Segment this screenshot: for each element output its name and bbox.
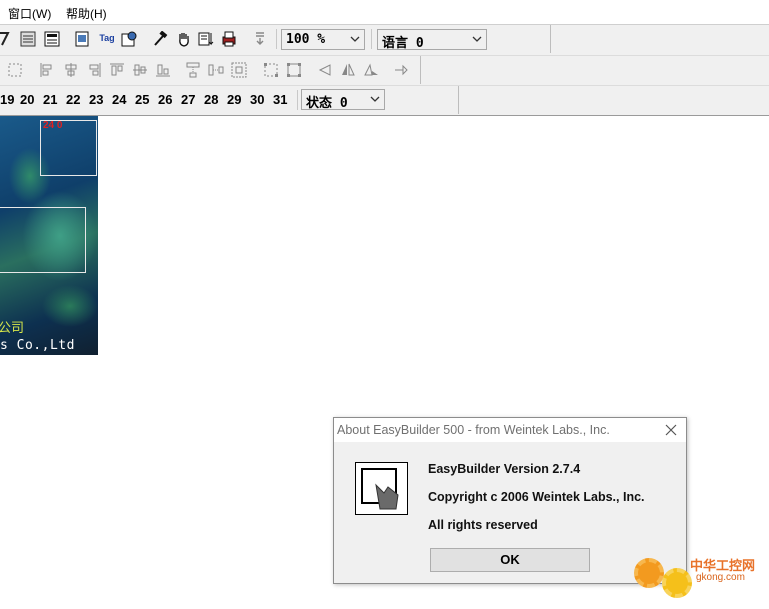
hand-icon[interactable] — [175, 30, 193, 48]
table-icon[interactable] — [43, 30, 61, 48]
window-26-button[interactable]: 26 — [158, 92, 172, 107]
center-page-icon[interactable] — [230, 61, 248, 79]
canvas-chinese-text: 公司 — [0, 321, 25, 336]
window-25-button[interactable]: 25 — [135, 92, 149, 107]
wizard-icon[interactable] — [0, 30, 14, 48]
menu-window[interactable]: 窗口(W) — [8, 5, 51, 22]
canvas-english-text: s Co.,Ltd — [0, 338, 75, 353]
gear-icon — [634, 558, 664, 588]
window-24-button[interactable]: 24 — [112, 92, 126, 107]
align-middle-icon[interactable] — [131, 61, 149, 79]
window-21-button[interactable]: 21 — [43, 92, 57, 107]
dialog-title: About EasyBuilder 500 - from Weintek Lab… — [337, 423, 610, 437]
flip-vertical-icon[interactable] — [362, 61, 380, 79]
version-text: EasyBuilder Version 2.7.4 — [428, 462, 581, 476]
align-bottom-icon[interactable] — [154, 61, 172, 79]
window-20-button[interactable]: 20 — [20, 92, 34, 107]
ok-button[interactable]: OK — [430, 548, 590, 572]
sort-icon[interactable] — [197, 30, 215, 48]
rotate-icon[interactable] — [393, 61, 411, 79]
window-19-button[interactable]: 19 — [0, 92, 14, 107]
canvas-red-label: 24 0 — [43, 120, 63, 131]
watermark-en-text: gkong.com — [696, 572, 745, 583]
window-23-button[interactable]: 23 — [89, 92, 103, 107]
toolbar-row-1: Tag 100 % 语言 0 — [0, 25, 551, 53]
properties-icon[interactable] — [120, 30, 138, 48]
toolbar-row-2 — [0, 56, 421, 84]
window-28-button[interactable]: 28 — [204, 92, 218, 107]
zoom-value: 100 % — [286, 32, 326, 47]
window-30-button[interactable]: 30 — [250, 92, 264, 107]
list-icon[interactable] — [19, 30, 37, 48]
distribute-horizontal-icon[interactable] — [207, 61, 225, 79]
status-select[interactable]: 状态 0 — [301, 89, 385, 111]
tag-label: Tag — [99, 33, 115, 43]
window-29-button[interactable]: 29 — [227, 92, 241, 107]
download-icon[interactable] — [251, 30, 269, 48]
dialog-title-bar: About EasyBuilder 500 - from Weintek Lab… — [334, 418, 686, 442]
flip-horizontal-icon[interactable] — [339, 61, 357, 79]
same-size-icon[interactable] — [262, 61, 280, 79]
language-value: 语言 0 — [382, 36, 424, 51]
hammer-icon[interactable] — [151, 30, 169, 48]
canvas-object-frame[interactable] — [0, 207, 86, 273]
chevron-down-icon — [370, 96, 380, 102]
zoom-select[interactable]: 100 % — [281, 29, 365, 50]
chevron-down-icon — [472, 36, 482, 42]
print-icon[interactable] — [220, 30, 238, 48]
copyright-text: Copyright c 2006 Weintek Labs., Inc. — [428, 490, 645, 504]
rights-text: All rights reserved — [428, 518, 538, 532]
align-center-icon[interactable] — [62, 61, 80, 79]
watermark-logo: 中华工控网 gkong.com — [632, 552, 762, 604]
tag-icon[interactable]: Tag — [96, 29, 118, 47]
close-icon[interactable] — [664, 423, 678, 437]
gear-icon — [662, 568, 692, 598]
distribute-vertical-icon[interactable] — [184, 61, 202, 79]
toolbar-area: Tag 100 % 语言 0 19 20 21 22 23 24 25 26 2… — [0, 25, 769, 116]
window-31-button[interactable]: 31 — [273, 92, 287, 107]
align-top-icon[interactable] — [108, 61, 126, 79]
app-logo-icon — [355, 462, 408, 515]
menu-bar: 窗口(W) 帮助(H) — [0, 0, 769, 25]
align-grid-icon[interactable] — [6, 61, 24, 79]
flip-left-icon[interactable] — [316, 61, 334, 79]
document-icon[interactable] — [73, 30, 91, 48]
status-value: 状态 0 — [306, 96, 348, 111]
language-select[interactable]: 语言 0 — [377, 29, 487, 51]
group-icon[interactable] — [285, 61, 303, 79]
window-27-button[interactable]: 27 — [181, 92, 195, 107]
align-left-icon[interactable] — [38, 61, 56, 79]
window-22-button[interactable]: 22 — [66, 92, 80, 107]
menu-help[interactable]: 帮助(H) — [66, 5, 107, 22]
chevron-down-icon — [350, 36, 360, 42]
align-right-icon[interactable] — [85, 61, 103, 79]
canvas-background-image: 24 0 公司 s Co.,Ltd — [0, 116, 98, 355]
